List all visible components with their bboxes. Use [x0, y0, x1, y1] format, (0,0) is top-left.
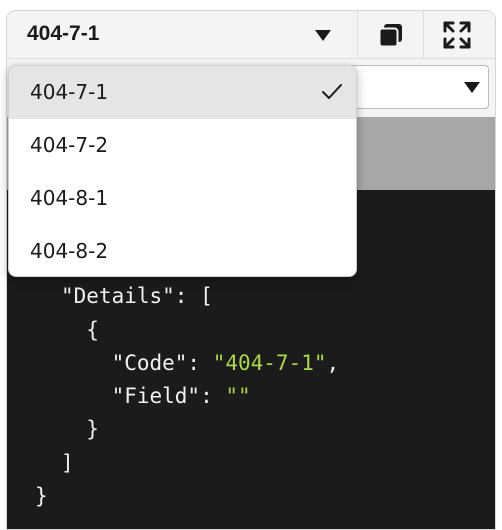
error-code-selector-label[interactable]: 404-7-1	[27, 22, 99, 46]
error-code-dropdown-menu: 404-7-1 404-7-2 404-8-1 404-8-2	[8, 65, 357, 277]
expand-button[interactable]	[423, 11, 489, 58]
code-line: }	[61, 417, 99, 441]
dropdown-option[interactable]: 404-7-2	[9, 119, 356, 172]
code-line: "Field": ""	[61, 384, 251, 408]
copy-button[interactable]	[357, 11, 423, 58]
code-line: "Details": [	[61, 284, 213, 308]
code-line: {	[61, 318, 99, 342]
dropdown-option[interactable]: 404-8-1	[9, 172, 356, 225]
language-select[interactable]	[347, 65, 489, 109]
expand-icon	[443, 21, 470, 48]
code-line: }	[35, 484, 48, 508]
dropdown-option[interactable]: 404-8-2	[9, 225, 356, 276]
chevron-down-icon[interactable]	[315, 30, 331, 41]
toolbar: 404-7-1	[7, 11, 495, 59]
chevron-down-icon	[464, 82, 480, 93]
checkmark-icon	[322, 84, 342, 99]
code-line: ]	[61, 451, 74, 475]
copy-icon	[378, 23, 402, 47]
code-line: "Code": "404-7-1",	[61, 351, 340, 375]
dropdown-option[interactable]: 404-7-1	[9, 66, 356, 119]
